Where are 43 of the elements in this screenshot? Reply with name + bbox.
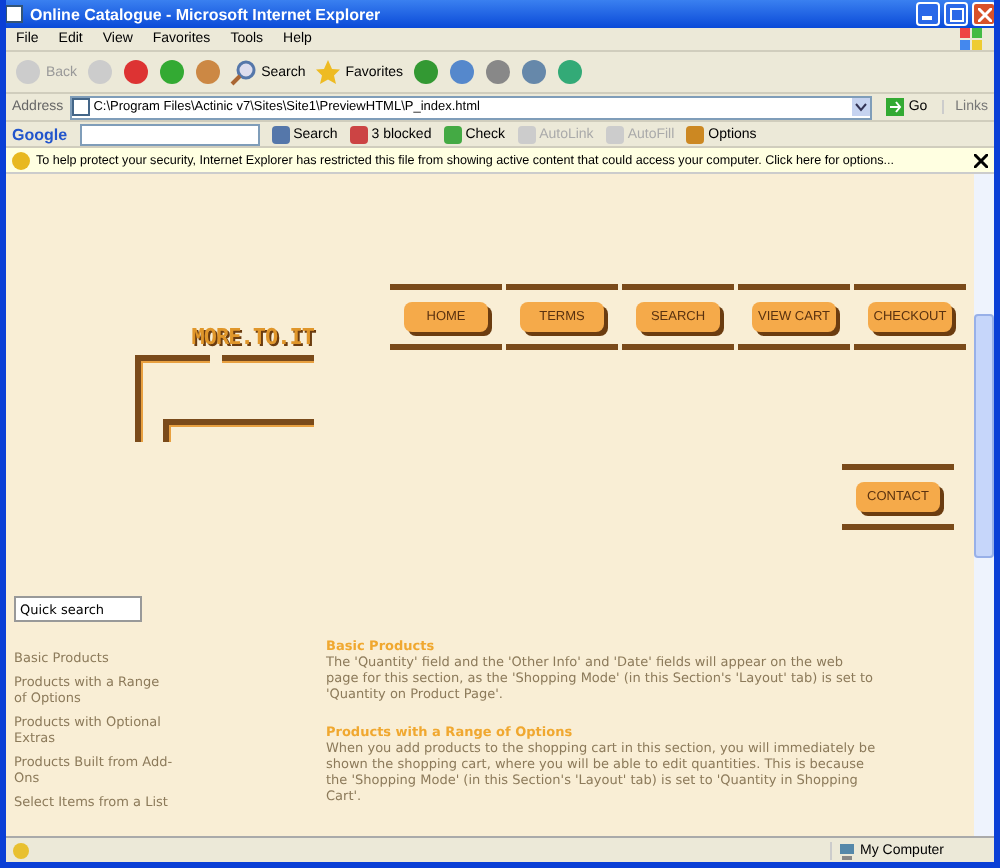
toolbar-icon: [157, 58, 186, 86]
vertical-scrollbar[interactable]: [974, 174, 994, 836]
google-search-field[interactable]: [79, 123, 260, 145]
edit-button[interactable]: [519, 58, 548, 86]
star-icon: [313, 58, 342, 86]
maximize-icon: [949, 7, 963, 21]
home-button[interactable]: [193, 58, 222, 86]
toolbar-icon: [517, 125, 536, 143]
mail-button[interactable]: [447, 58, 476, 86]
page-icon: [6, 4, 24, 24]
toolbar-icon: [483, 58, 512, 86]
toolbar-icon: [555, 58, 584, 86]
minimize-button[interactable]: [916, 2, 940, 26]
toolbar-icon: [447, 58, 476, 86]
window-title: Online Catalogue - Microsoft Internet Explorer: [30, 5, 383, 23]
maximize-button[interactable]: [944, 2, 968, 26]
history-button[interactable]: [411, 58, 440, 86]
google-logo[interactable]: Google: [12, 125, 68, 143]
refresh-button[interactable]: [157, 58, 186, 86]
toolbar-icon: [349, 125, 368, 143]
toolbar-icon: [14, 58, 42, 86]
close-icon: [977, 7, 991, 21]
toolbar-icon: [443, 125, 462, 143]
toolbar-icon: [411, 58, 440, 86]
close-button[interactable]: [972, 2, 994, 26]
toolbar-icon: [605, 125, 624, 143]
print-button[interactable]: [483, 58, 512, 86]
messenger-button[interactable]: [555, 58, 584, 86]
dropdown-icon: [852, 98, 871, 116]
search-icon: [271, 125, 290, 143]
toolbar-icon: [519, 58, 548, 86]
stop-button[interactable]: [121, 58, 150, 86]
windows-logo-icon: [960, 28, 984, 50]
computer-icon: [838, 841, 856, 859]
page-icon: [71, 98, 90, 116]
toolbar-icon: [686, 125, 705, 143]
toolbar-icon: [121, 58, 150, 86]
toolbar-icon: [193, 58, 222, 86]
toolbar-icon: [85, 58, 114, 86]
close-icon: [974, 153, 988, 167]
warning-icon: [12, 841, 30, 859]
search-icon: [229, 58, 258, 86]
arrow-icon: [886, 98, 905, 116]
